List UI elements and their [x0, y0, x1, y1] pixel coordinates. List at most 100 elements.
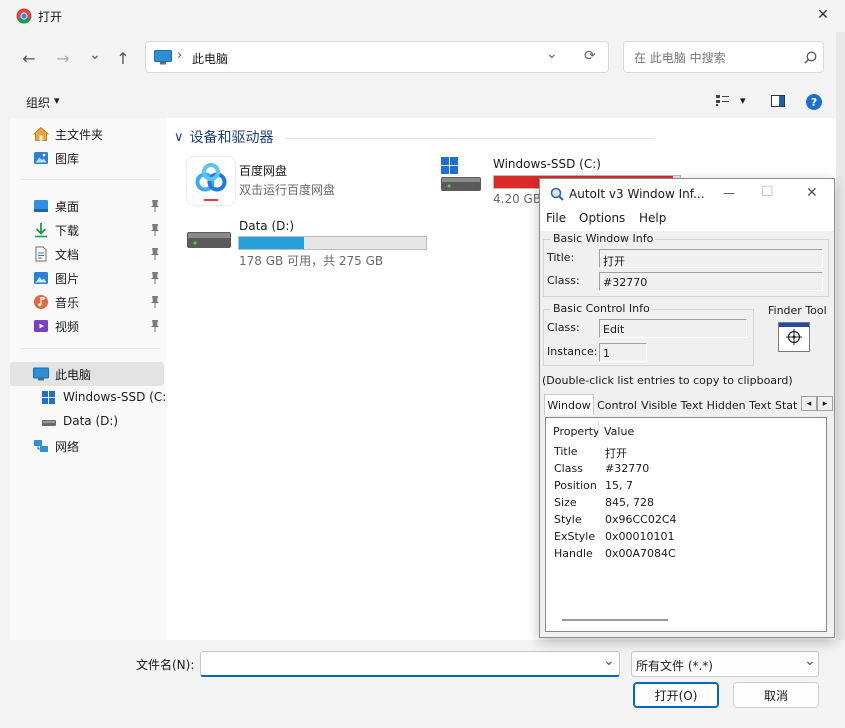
monitor-icon: [154, 50, 172, 65]
pin-icon[interactable]: [149, 319, 161, 333]
table-row[interactable]: Style 0x96CC02C4: [554, 513, 824, 530]
group-title: Basic Control Info: [551, 302, 652, 315]
minimize-icon[interactable]: —: [723, 186, 735, 200]
close-icon: ✕: [817, 7, 829, 23]
sidebar-item-label: Data (D:): [63, 414, 119, 428]
control-class-field[interactable]: Edit: [599, 319, 747, 338]
breadcrumb-separator: ›: [177, 48, 183, 63]
music-icon: [34, 295, 48, 309]
drive-d-usage-bar: [238, 236, 427, 250]
desktop-icon: [34, 200, 48, 212]
sidebar-item-this-pc[interactable]: 此电脑: [10, 362, 164, 386]
search-box[interactable]: [623, 41, 824, 73]
tab-scroll-right-button[interactable]: ▸: [817, 396, 833, 411]
tab-visible-text[interactable]: Visible Text: [641, 396, 703, 415]
menu-help[interactable]: Help: [639, 211, 666, 225]
arrow-right-icon: →: [56, 48, 70, 68]
sidebar-item-label: 主文件夹: [55, 128, 104, 142]
horizontal-scrollbar-thumb[interactable]: [562, 619, 668, 621]
table-row[interactable]: Size 845, 728: [554, 496, 824, 513]
autoit-title-bar: AutoIt v3 Window Inf... — ☐ ✕: [540, 179, 834, 209]
this-pc-icon: [33, 367, 49, 381]
filename-input[interactable]: [205, 655, 589, 674]
chevron-down-icon[interactable]: ⌄: [603, 653, 615, 669]
gallery-icon: [34, 152, 48, 164]
tab-control[interactable]: Control: [595, 396, 639, 415]
pin-icon[interactable]: [149, 223, 161, 237]
tab-hidden-text[interactable]: Hidden Text: [705, 396, 773, 415]
breadcrumb-this-pc[interactable]: 此电脑: [192, 50, 228, 67]
tab-window[interactable]: Window: [544, 394, 594, 415]
sidebar-item-label: 文档: [55, 248, 80, 262]
help-icon[interactable]: ?: [806, 94, 822, 110]
recent-locations-button[interactable]: ⌄: [82, 44, 108, 72]
table-row[interactable]: Handle 0x00A7084C: [554, 547, 824, 564]
sidebar-item-home[interactable]: 主文件夹: [10, 122, 164, 146]
finder-tool-target[interactable]: [778, 322, 810, 352]
pin-icon[interactable]: [149, 247, 161, 261]
tab-stat[interactable]: Stat: [775, 396, 801, 415]
open-button[interactable]: 打开(O): [633, 682, 719, 708]
sidebar-item-music[interactable]: 音乐: [10, 290, 164, 314]
window-title: 打开: [38, 10, 63, 24]
property-name: Position: [554, 479, 597, 492]
tab-scroll-left-button[interactable]: ◂: [801, 396, 817, 411]
view-options-button[interactable]: ▾: [716, 94, 746, 107]
property-value: 打开: [605, 447, 627, 460]
search-input[interactable]: [632, 48, 796, 68]
sidebar-item-documents[interactable]: 文档: [10, 242, 164, 266]
arrow-left-icon: ←: [22, 48, 36, 68]
sidebar-item-gallery[interactable]: 图库: [10, 146, 164, 170]
table-row[interactable]: ExStyle 0x00010101: [554, 530, 824, 547]
control-instance-field[interactable]: 1: [599, 343, 647, 362]
address-dropdown-icon[interactable]: ⌄: [546, 46, 558, 62]
pin-icon[interactable]: [149, 271, 161, 285]
drive-d-item[interactable]: Data (D:) 178 GB 可用，共 275 GB: [186, 216, 448, 268]
sidebar-item-videos[interactable]: 视频: [10, 314, 164, 338]
table-row[interactable]: Title 打开: [554, 445, 824, 462]
filename-label: 文件名(N):: [136, 658, 195, 672]
menu-file[interactable]: File: [546, 211, 566, 225]
section-divider: [286, 138, 654, 139]
sidebar-item-data-d[interactable]: Data (D:): [10, 410, 164, 434]
table-row[interactable]: Class #32770: [554, 462, 824, 479]
sidebar-item-desktop[interactable]: 桌面: [10, 194, 164, 218]
pin-icon[interactable]: [149, 199, 161, 213]
sidebar-item-network[interactable]: 网络: [10, 434, 164, 458]
column-header-property[interactable]: Property: [553, 425, 600, 438]
menu-options[interactable]: Options: [579, 211, 625, 225]
preview-pane-icon[interactable]: [771, 95, 785, 107]
cancel-button[interactable]: 取消: [733, 682, 819, 708]
maximize-icon[interactable]: ☐: [761, 184, 774, 200]
address-bar[interactable]: › 此电脑 ⌄ ⟳: [145, 41, 609, 73]
back-button[interactable]: ←: [16, 44, 42, 72]
window-title-field[interactable]: 打开: [599, 249, 823, 268]
property-value: 0x00A7084C: [605, 547, 676, 560]
cancel-button-label: 取消: [763, 688, 788, 703]
up-button[interactable]: ↑: [110, 44, 136, 72]
sidebar-item-downloads[interactable]: 下载: [10, 218, 164, 242]
pin-icon[interactable]: [149, 295, 161, 309]
property-name: Style: [554, 513, 582, 526]
table-row[interactable]: Position 15, 7: [554, 479, 824, 496]
baidu-netdisk-item[interactable]: 百度网盘 双击运行百度网盘: [186, 156, 426, 206]
close-window-button[interactable]: ✕: [808, 2, 838, 28]
sidebar-item-label: 网络: [55, 440, 80, 454]
forward-button[interactable]: →: [50, 44, 76, 72]
filename-field[interactable]: ⌄: [200, 651, 620, 677]
close-icon[interactable]: ✕: [806, 185, 818, 201]
sidebar-item-pictures[interactable]: 图片: [10, 266, 164, 290]
sidebar-item-windows-ssd[interactable]: Windows-SSD (C:: [10, 386, 166, 410]
list-header: Property Value: [546, 418, 826, 442]
section-header-devices[interactable]: ∨ 设备和驱动器: [174, 127, 274, 147]
file-type-select[interactable]: 所有文件 (*.*) ⌄: [631, 651, 819, 677]
video-icon: [34, 320, 48, 332]
refresh-icon[interactable]: ⟳: [584, 48, 596, 64]
window-class-field[interactable]: #32770: [599, 272, 823, 291]
organize-button[interactable]: 组织 ▾: [26, 94, 60, 111]
property-list[interactable]: Property Value Title 打开 Class #32770 Positio…: [545, 417, 827, 632]
sidebar-item-label: 图片: [55, 272, 80, 286]
column-header-value[interactable]: Value: [604, 425, 634, 438]
column-divider: [598, 420, 599, 440]
baidu-subtitle: 双击运行百度网盘: [239, 183, 336, 197]
